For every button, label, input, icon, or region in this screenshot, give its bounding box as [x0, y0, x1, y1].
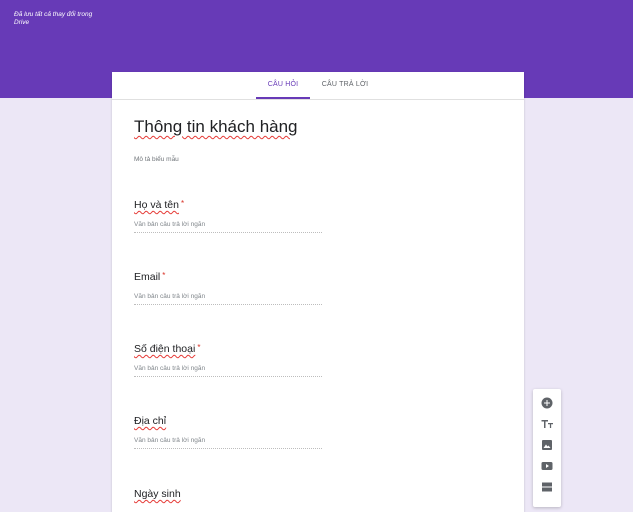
- short-answer-input[interactable]: [134, 365, 322, 377]
- question-birthdate[interactable]: Ngày sinh: [134, 488, 324, 500]
- question-text: Ngày sinh: [134, 488, 181, 500]
- side-toolbar: [533, 389, 561, 507]
- add-section-button[interactable]: [539, 479, 555, 495]
- question-email[interactable]: Email *: [134, 271, 324, 305]
- question-label: Email *: [134, 271, 324, 283]
- question-label: Số điện thoại *: [134, 343, 324, 355]
- question-label: Họ và tên *: [134, 199, 324, 211]
- required-asterisk: *: [180, 199, 185, 208]
- add-image-button[interactable]: [539, 437, 555, 453]
- save-status: Đã lưu tất cả thay đổi trong Drive: [14, 11, 109, 27]
- add-question-icon: [541, 397, 553, 409]
- add-title-icon: [541, 420, 553, 428]
- add-image-icon: [542, 440, 552, 450]
- tab-bar: CÂU HỎI CÂU TRẢ LỜI: [112, 72, 524, 100]
- question-label: Ngày sinh: [134, 488, 324, 500]
- add-title-button[interactable]: [539, 416, 555, 432]
- save-status-line2: Drive: [14, 19, 30, 26]
- add-video-button[interactable]: [539, 458, 555, 474]
- question-text: Số điện thoại: [134, 343, 196, 355]
- form-description[interactable]: Mô tả biểu mẫu: [134, 156, 179, 163]
- form-title[interactable]: Thông tin khách hàng: [134, 117, 298, 137]
- question-full-name[interactable]: Họ và tên *: [134, 199, 324, 233]
- form-card: CÂU HỎI CÂU TRẢ LỜI Thông tin khách hàng…: [112, 72, 524, 512]
- question-address[interactable]: Địa chỉ: [134, 415, 324, 449]
- add-section-icon: [542, 482, 552, 492]
- save-status-line1: Đã lưu tất cả thay đổi trong: [14, 11, 93, 18]
- add-video-icon: [541, 462, 553, 470]
- add-question-button[interactable]: [539, 395, 555, 411]
- tab-responses[interactable]: CÂU TRẢ LỜI: [318, 72, 372, 99]
- tab-questions[interactable]: CÂU HỎI: [256, 72, 310, 99]
- short-answer-input[interactable]: [134, 221, 322, 233]
- question-phone[interactable]: Số điện thoại *: [134, 343, 324, 377]
- required-asterisk: *: [162, 271, 166, 280]
- short-answer-input[interactable]: [134, 293, 322, 305]
- question-text: Email: [134, 271, 161, 283]
- short-answer-input[interactable]: [134, 437, 322, 449]
- question-text: Địa chỉ: [134, 415, 167, 427]
- question-label: Địa chỉ: [134, 415, 324, 427]
- required-asterisk: *: [197, 343, 201, 352]
- question-text: Họ và tên: [134, 199, 179, 211]
